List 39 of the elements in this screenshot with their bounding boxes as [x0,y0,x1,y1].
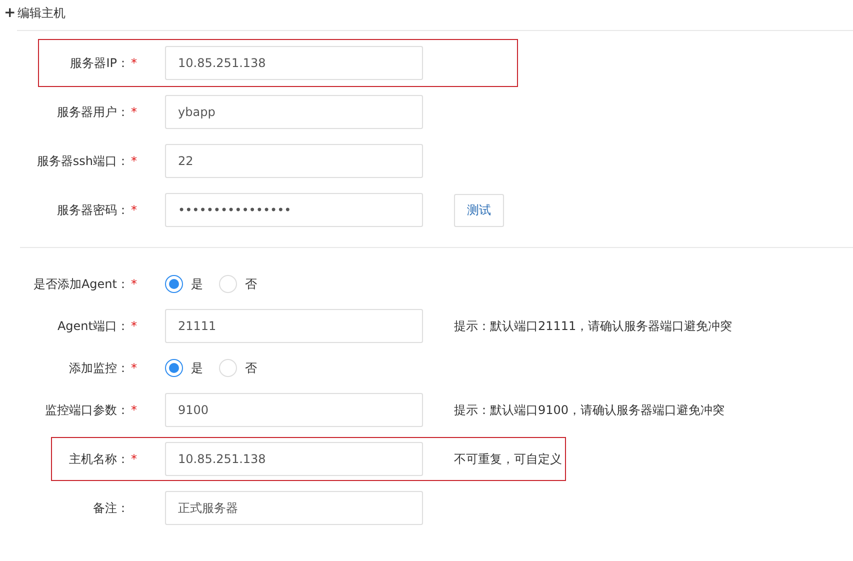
required-mark: * [131,105,137,119]
input-field[interactable]: 10.85.251.138 [165,46,423,80]
input-field[interactable]: 10.85.251.138 [165,442,423,476]
field-label: 备注： [93,500,129,516]
radio-label: 是 [191,360,203,376]
hint-text: 提示：默认端口21111，请确认服务器端口避免冲突 [454,318,732,334]
field-label: 服务器用户： [57,104,129,120]
plus-icon: + [4,6,16,20]
required-mark: * [131,203,137,217]
field-label: 添加监控： [69,360,129,376]
radio-label: 是 [191,276,203,292]
field-label: 服务器IP： [70,54,129,72]
required-mark: * [131,452,137,466]
radio-button[interactable] [165,275,183,293]
field-label: 监控端口参数： [45,402,129,418]
required-mark: * [131,361,137,375]
input-field[interactable]: 22 [165,144,423,178]
section-title: 编辑主机 [18,4,66,22]
field-label: 是否添加Agent： [33,276,129,292]
required-mark: * [131,277,137,291]
radio-label: 否 [245,276,257,292]
input-field[interactable]: 21111 [165,309,423,343]
required-mark: * [131,154,137,168]
hint-text: 不可重复，可自定义 [454,450,562,468]
field-label: 服务器密码： [57,202,129,218]
required-mark: * [131,403,137,417]
test-button[interactable]: 测试 [454,194,504,226]
input-field[interactable]: 正式服务器 [165,491,423,525]
radio-label: 否 [245,360,257,376]
required-mark: * [131,319,137,333]
radio-button[interactable] [165,359,183,377]
field-label: Agent端口： [57,318,129,334]
input-field[interactable]: •••••••••••••••• [165,193,423,227]
input-field[interactable]: ybapp [165,95,423,129]
field-label: 主机名称： [69,450,129,468]
field-label: 服务器ssh端口： [36,152,129,170]
input-field[interactable]: 9100 [165,393,423,427]
required-mark: * [131,56,137,70]
hint-text: 提示：默认端口9100，请确认服务器端口避免冲突 [454,402,725,418]
